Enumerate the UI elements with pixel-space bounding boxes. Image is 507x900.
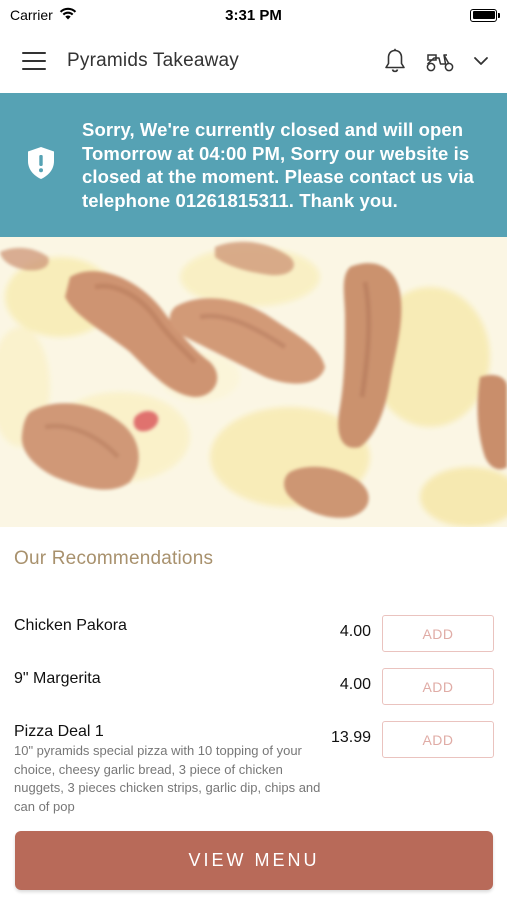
item-name: Pizza Deal 1: [14, 723, 104, 740]
recommendations-title: Our Recommendations: [14, 548, 214, 569]
carrier-label: Carrier: [10, 7, 53, 23]
item-price: 13.99: [330, 729, 371, 746]
item-description: 10" pyramids special pizza with 10 toppi…: [14, 743, 321, 814]
add-button[interactable]: ADD: [382, 615, 494, 652]
wifi-icon: [59, 7, 77, 23]
page-title: Pyramids Takeaway: [67, 50, 240, 71]
closed-message: Sorry, We're currently closed and will o…: [82, 119, 474, 211]
bell-icon[interactable]: [383, 48, 407, 74]
app-header: Pyramids Takeaway: [0, 30, 507, 92]
add-button[interactable]: ADD: [382, 721, 494, 758]
item-price: 4.00: [339, 676, 371, 693]
chevron-down-icon[interactable]: [473, 56, 489, 66]
status-bar: Carrier 3:31 PM: [0, 0, 507, 30]
item-price: 4.00: [339, 623, 371, 640]
battery-icon: [470, 8, 500, 22]
scooter-icon[interactable]: [425, 49, 455, 73]
item-name: 9" Margerita: [14, 670, 101, 687]
item-name: Chicken Pakora: [14, 617, 127, 634]
carrier-group: Carrier: [10, 7, 77, 23]
view-menu-button[interactable]: VIEW MENU: [15, 831, 493, 890]
header-actions: [383, 48, 489, 74]
hero-food-image: [0, 237, 507, 527]
menu-icon[interactable]: [22, 52, 46, 70]
shield-alert-icon: [26, 146, 56, 185]
closed-notice-banner: Sorry, We're currently closed and will o…: [0, 93, 507, 237]
add-button[interactable]: ADD: [382, 668, 494, 705]
